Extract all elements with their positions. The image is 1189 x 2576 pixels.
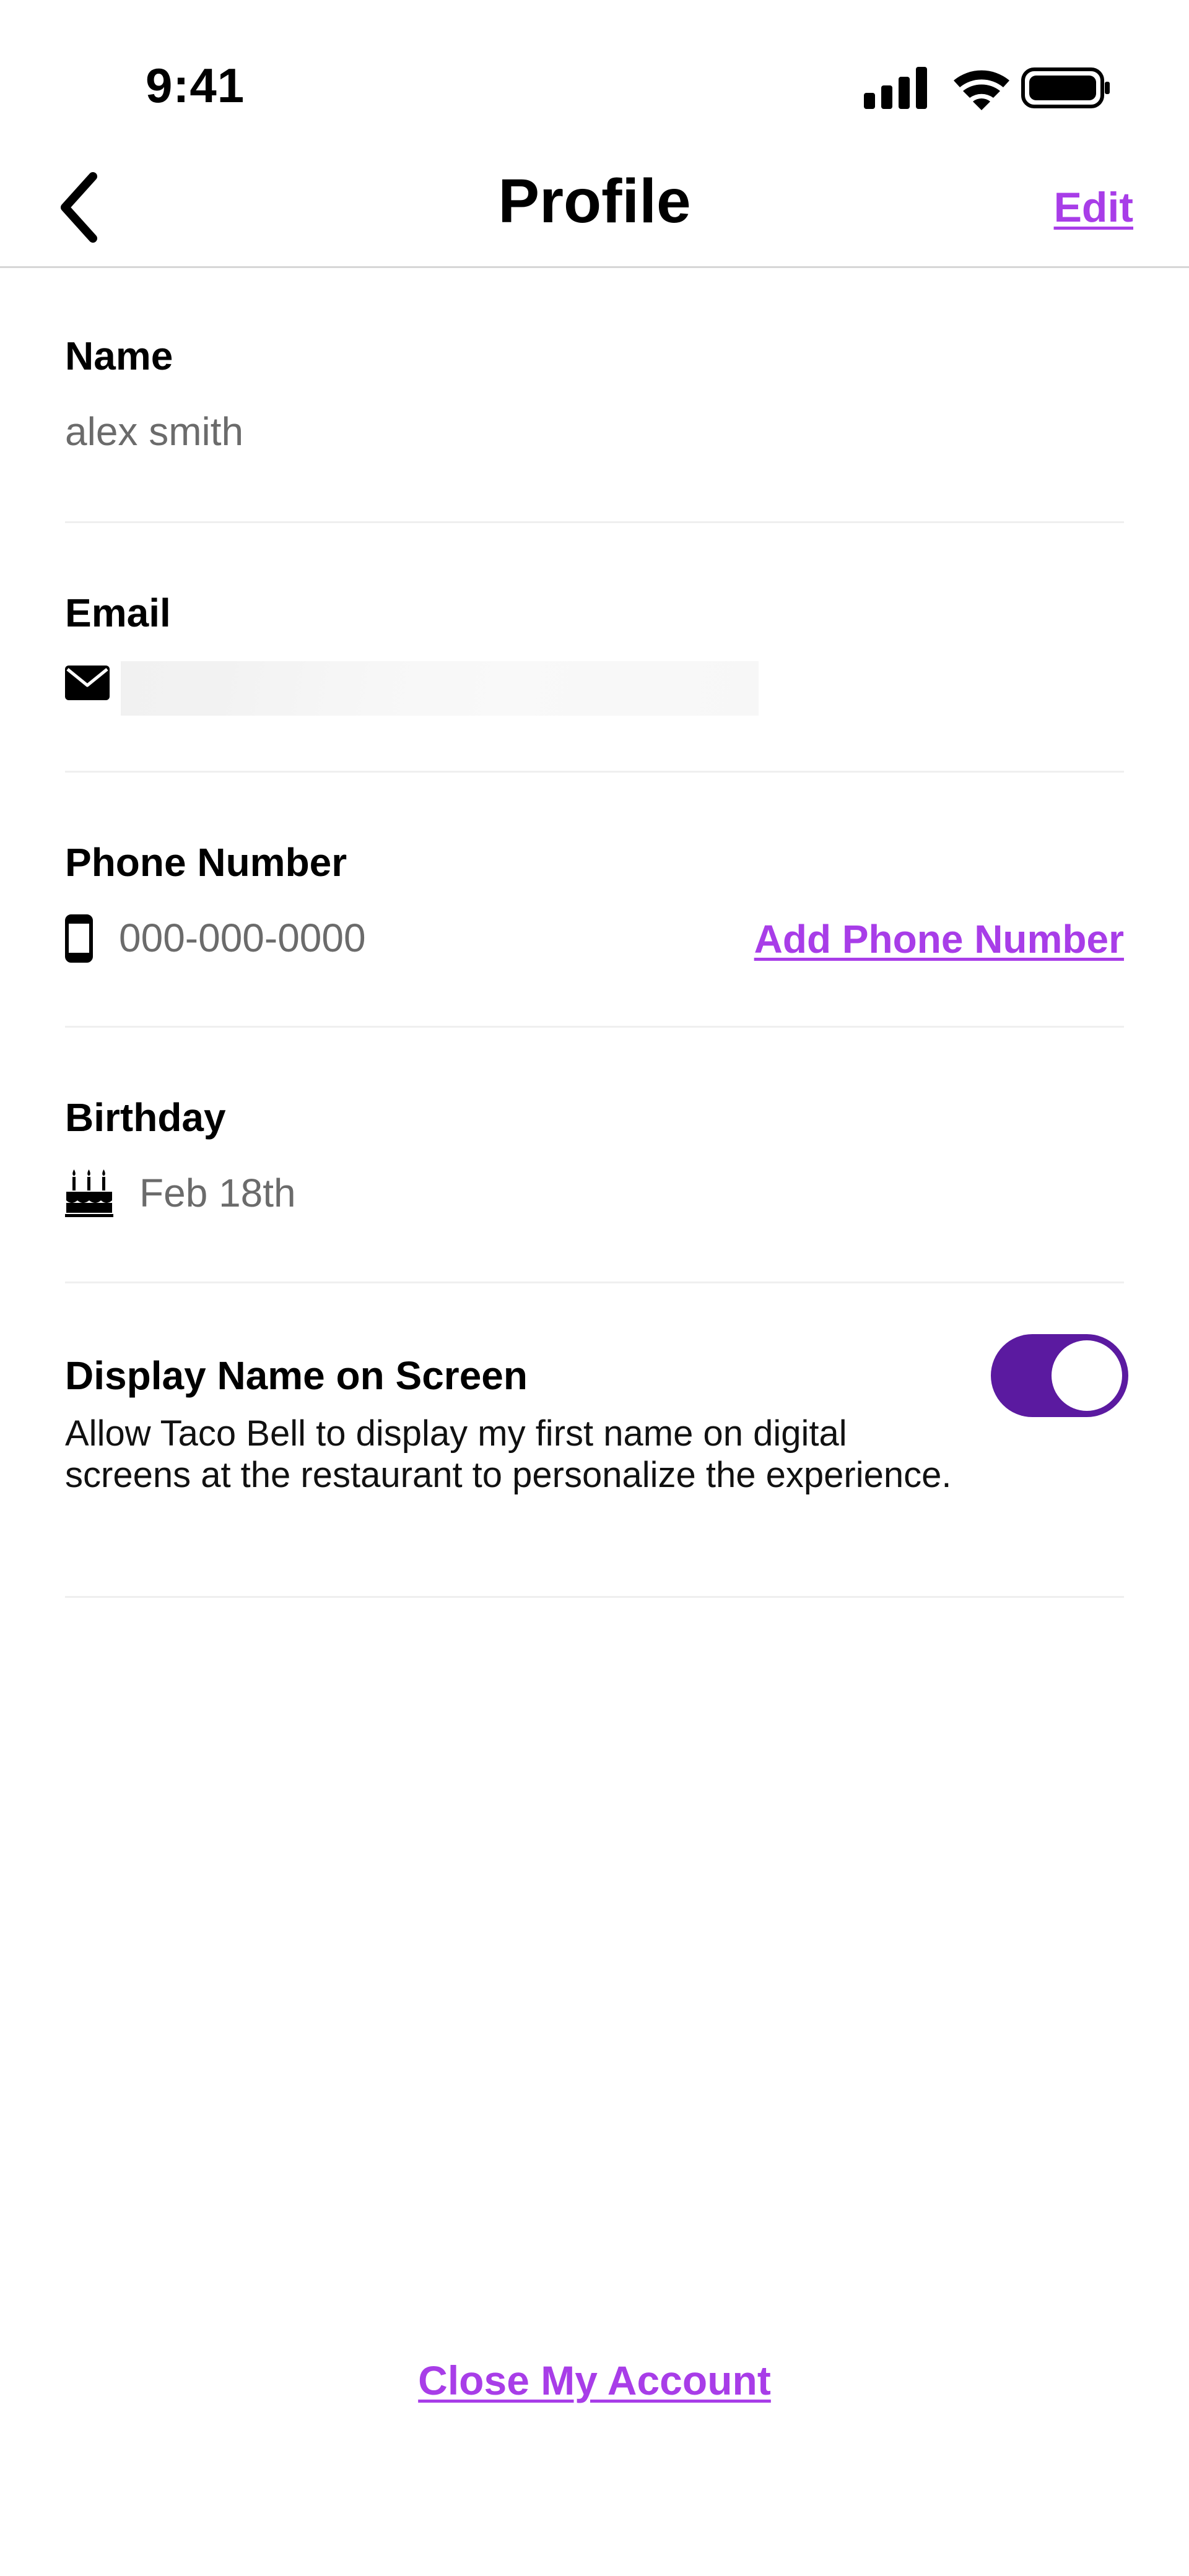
wifi-icon	[954, 70, 1009, 110]
phone-label: Phone Number	[65, 840, 347, 885]
divider	[65, 1281, 1124, 1283]
envelope-icon	[65, 666, 110, 700]
display-name-toggle[interactable]	[991, 1334, 1128, 1417]
name-section: Name alex smith	[65, 331, 1124, 455]
status-time: 9:41	[146, 58, 245, 113]
cellular-signal-icon	[864, 67, 927, 109]
divider	[65, 771, 1124, 773]
mobile-phone-icon	[65, 914, 93, 963]
close-account-button-row: Close My Account	[0, 2353, 1189, 2408]
email-value-redacted	[121, 661, 759, 716]
birthday-value: Feb 18th	[139, 1171, 296, 1215]
divider	[65, 1596, 1124, 1598]
profile-screen: 9:41 Profile Edit Name alex smith Email	[0, 0, 1189, 2576]
header-divider	[0, 266, 1189, 268]
phone-value: 000-000-0000	[119, 916, 366, 960]
name-value: alex smith	[65, 409, 244, 454]
display-name-section: Display Name on Screen Allow Taco Bell t…	[65, 1351, 1124, 1549]
add-phone-number-button[interactable]: Add Phone Number	[754, 914, 1124, 964]
phone-section: Phone Number 000-000-0000 Add Phone Numb…	[65, 838, 1124, 974]
birthday-label: Birthday	[65, 1095, 226, 1140]
birthday-section: Birthday Feb 18th	[65, 1093, 1124, 1229]
birthday-cake-icon	[65, 1169, 113, 1217]
status-icons	[864, 67, 1110, 110]
edit-button[interactable]: Edit	[1054, 180, 1133, 235]
email-label: Email	[65, 591, 171, 635]
display-name-description: Allow Taco Bell to display my first name…	[65, 1413, 952, 1495]
close-account-button[interactable]: Close My Account	[418, 2357, 771, 2403]
toggle-knob	[1052, 1340, 1122, 1411]
name-label: Name	[65, 334, 173, 378]
display-name-label: Display Name on Screen	[65, 1353, 528, 1398]
battery-icon	[1021, 67, 1110, 108]
page-title: Profile	[498, 167, 691, 236]
divider	[65, 1026, 1124, 1028]
divider	[65, 521, 1124, 523]
